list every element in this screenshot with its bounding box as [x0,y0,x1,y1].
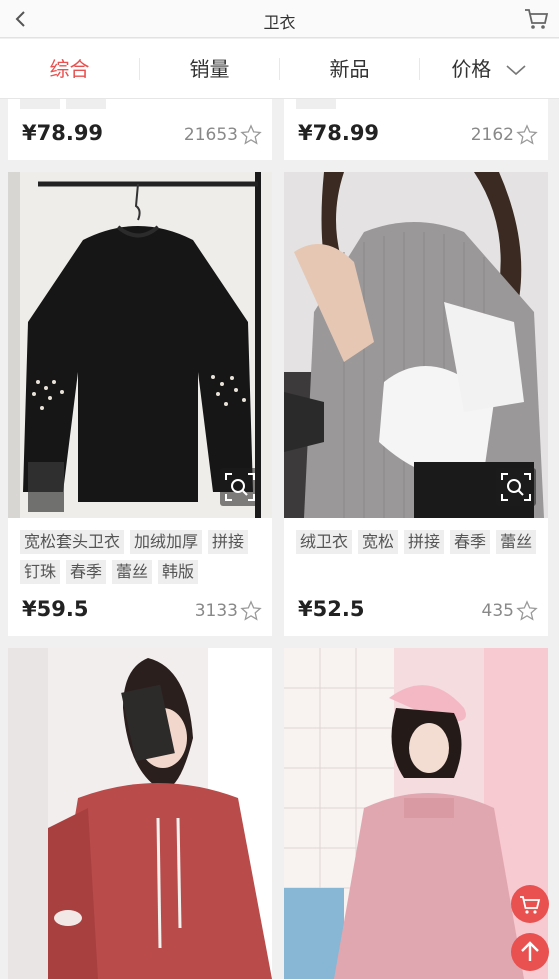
tag-list: 宽松套头卫衣 加绒加厚 拼接 钉珠 春季 蕾丝 韩版 [20,530,262,584]
product-card[interactable]: 宽松套头卫衣 加绒加厚 拼接 钉珠 春季 蕾丝 韩版 ¥59.5 3133 [8,172,272,636]
product-tag[interactable]: 宽松 [358,530,399,554]
cart-icon [520,896,541,914]
product-card[interactable] [284,648,548,979]
favorite-star-icon[interactable] [240,124,262,146]
page-title: 卫衣 [263,13,296,32]
pink-sweatshirt-image [284,648,548,979]
arrow-up-icon [521,941,539,961]
tab-price[interactable]: 价格 [420,39,559,99]
product-card[interactable]: 绒卫衣 宽松 拼接 春季 蕾丝 ¥52.5 435 [284,172,548,636]
cart-icon[interactable] [523,6,549,32]
grey-lace-sweatshirt-image [284,172,548,518]
top-nav-bar: 卫衣 [0,0,559,38]
product-tag[interactable]: 拼接 [404,530,445,554]
product-tag[interactable]: 加绒加厚 [130,530,203,554]
back-to-top-button[interactable] [511,933,549,971]
product-tag[interactable]: 绒卫衣 [296,530,353,554]
favorite-star-icon[interactable] [240,600,262,622]
zoom-search-icon[interactable] [496,468,536,506]
tab-label: 销量 [189,56,230,81]
tab-comprehensive[interactable]: 综合 [0,39,139,99]
tab-label: 新品 [329,56,370,81]
zoom-search-icon[interactable] [220,468,260,506]
product-tag[interactable]: 春季 [66,560,107,584]
sales-count: 3133 [194,601,238,621]
product-card[interactable] [8,648,272,979]
favorite-star-icon[interactable] [516,124,538,146]
favorite-star-icon[interactable] [516,600,538,622]
tab-label: 综合 [49,56,90,81]
black-sweatshirt-image [8,172,272,518]
sales-count: 435 [481,601,514,621]
sort-tab-bar: 综合 销量 新品 价格 [0,39,559,99]
product-image[interactable] [284,648,548,979]
product-tag[interactable]: 钉珠 [20,560,61,584]
product-tag[interactable]: 拼接 [208,530,249,554]
tab-label: 价格 [451,56,492,81]
red-hoodie-image [8,648,272,979]
tag-list: 绒卫衣 宽松 拼接 春季 蕾丝 [296,530,538,554]
product-tag[interactable]: 春季 [450,530,491,554]
product-price: ¥52.5 [298,597,365,621]
sales-count: 21653 [183,125,238,145]
chevron-down-icon [506,65,526,76]
product-image[interactable] [8,172,272,518]
tab-new[interactable]: 新品 [280,39,419,99]
product-tag[interactable]: 韩版 [158,560,199,584]
sales-count: 2162 [470,125,514,145]
product-price: ¥59.5 [22,597,89,621]
floating-cart-button[interactable] [511,885,549,923]
product-tag[interactable]: 蕾丝 [496,530,537,554]
product-image[interactable] [284,172,548,518]
product-tag[interactable]: 宽松套头卫衣 [20,530,125,554]
tab-sales[interactable]: 销量 [140,39,279,99]
product-tag[interactable]: 蕾丝 [112,560,153,584]
product-image[interactable] [8,648,272,979]
product-price: ¥78.99 [298,121,380,145]
product-price: ¥78.99 [22,121,104,145]
